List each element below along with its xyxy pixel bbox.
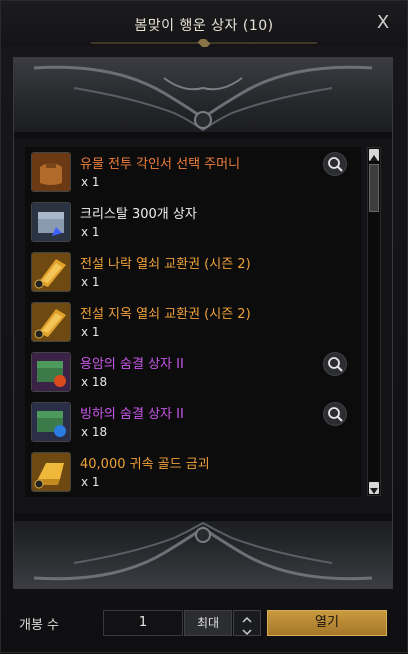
magnifier-icon[interactable] [323,352,347,376]
reward-item-quantity: x 1 [81,475,100,489]
gold-ticket-icon [31,302,71,342]
scroll-down-arrow-icon[interactable] [369,482,379,494]
reward-item[interactable]: 전설 나락 열쇠 교환권 (시즌 2) x 1 [25,247,361,297]
reward-item[interactable]: 용암의 숨결 상자 II x 18 [25,347,361,397]
reward-item[interactable]: 전설 지옥 열쇠 교환권 (시즌 2) x 1 [25,297,361,347]
open-count-input[interactable]: 1 [103,610,183,636]
count-stepper[interactable] [233,610,261,636]
reward-item-name: 크리스탈 300개 상자 [80,207,197,222]
reward-item-quantity: x 18 [81,425,108,439]
ornament-flourish-icon [14,65,392,138]
reward-item-name: 전설 나락 열쇠 교환권 (시즌 2) [80,257,251,272]
gold-ticket-icon [31,252,71,292]
magnifier-icon[interactable] [323,152,347,176]
reward-item-name: 빙하의 숨결 상자 II [80,407,184,422]
reward-item-name: 용암의 숨결 상자 II [80,357,184,372]
reward-item[interactable]: 크리스탈 300개 상자 x 1 [25,197,361,247]
list-scrollbar[interactable] [367,147,381,496]
lava-chest-icon [31,352,71,392]
decrement-arrow-icon[interactable] [234,623,260,636]
pouch-icon [31,152,71,192]
reward-item-quantity: x 18 [81,375,108,389]
reward-item[interactable]: 유물 전투 각인서 선택 주머니 x 1 [25,147,361,197]
reward-item-quantity: x 1 [81,275,100,289]
reward-item[interactable]: 40,000 귀속 골드 금괴 x 1 [25,447,361,497]
reward-list: 유물 전투 각인서 선택 주머니 x 1 크리스탈 300개 상자 x 1 전설 나락 … [25,147,361,497]
reward-item-name: 40,000 귀속 골드 금괴 [80,457,210,472]
open-controls: 개봉 수 1 최대 열기 [1,599,407,654]
ice-chest-icon [31,402,71,442]
crystal-chest-icon [31,202,71,242]
title-ornament [91,39,317,47]
bottom-ornament [14,513,392,588]
title-bar: 봄맞이 행운 상자 (10) X [1,1,407,47]
reward-item-quantity: x 1 [81,325,100,339]
scroll-thumb[interactable] [369,164,379,212]
increment-arrow-icon[interactable] [234,611,260,623]
close-button[interactable]: X [373,13,393,33]
top-ornament [14,58,392,138]
reward-item-quantity: x 1 [81,225,100,239]
reward-item-name: 전설 지옥 열쇠 교환권 (시즌 2) [80,307,251,322]
reward-item[interactable]: 빙하의 숨결 상자 II x 18 [25,397,361,447]
ornament-flourish-icon [14,513,392,581]
magnifier-icon[interactable] [323,402,347,426]
scroll-up-arrow-icon[interactable] [369,149,379,161]
gold-bar-icon [31,452,71,492]
open-button[interactable]: 열기 [267,610,387,636]
max-button[interactable]: 최대 [184,610,232,636]
window-title: 봄맞이 행운 상자 (10) [134,18,274,34]
reward-item-name: 유물 전투 각인서 선택 주머니 [80,157,241,172]
open-count-label: 개봉 수 [19,618,60,633]
lucky-box-window: 봄맞이 행운 상자 (10) X 유물 전투 각인서 선택 주머니 x 1 크리스탈… [0,0,408,653]
reward-item-quantity: x 1 [81,175,100,189]
